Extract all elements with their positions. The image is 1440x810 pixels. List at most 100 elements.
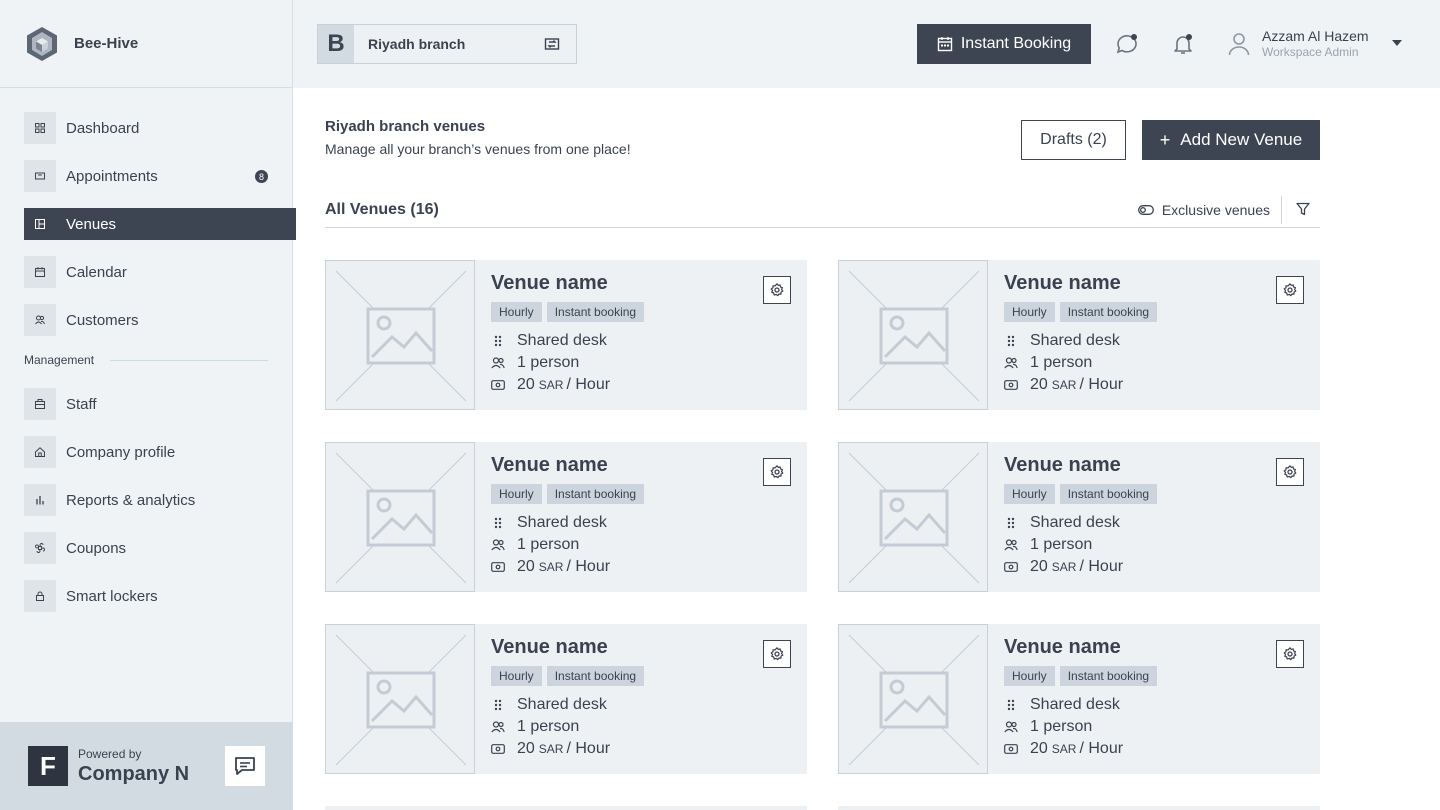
venue-type: Shared desk <box>1030 332 1120 349</box>
venue-tags: Hourly Instant booking <box>1004 302 1162 322</box>
section-label: Management <box>24 353 95 367</box>
venue-price-per: / Hour <box>566 558 611 575</box>
sidebar-item-coupons[interactable]: Coupons <box>24 532 296 564</box>
sidebar-item-venues[interactable]: Venues <box>24 208 296 240</box>
sidebar-item-label: Reports & analytics <box>66 491 196 509</box>
venue-card[interactable]: Venue name Hourly Instant booking Shared… <box>325 442 807 592</box>
venue-price-per: / Hour <box>1079 558 1124 575</box>
users-icon <box>491 539 505 551</box>
venue-card-partial <box>325 806 807 810</box>
ticket-icon <box>35 172 45 180</box>
switch-icon[interactable] <box>544 36 560 52</box>
user-menu[interactable]: Azzam Al Hazem Workspace Admin <box>1228 28 1402 59</box>
venue-card[interactable]: Venue name Hourly Instant booking Shared… <box>325 624 807 774</box>
bar-chart-icon <box>36 496 44 505</box>
venue-tags: Hourly Instant booking <box>1004 484 1162 504</box>
venue-type: Shared desk <box>517 696 607 713</box>
users-icon <box>1004 539 1018 551</box>
gear-icon <box>1283 465 1297 479</box>
page-title: Riyadh branch venues <box>325 118 486 135</box>
venue-price-per: / Hour <box>566 376 611 393</box>
venue-price-row: 20 SAR / Hour <box>491 738 649 760</box>
venue-name: Venue name <box>491 454 608 476</box>
venue-currency: SAR <box>538 742 564 756</box>
venue-settings-button[interactable] <box>763 458 791 486</box>
venue-price-row: 20 SAR / Hour <box>1004 556 1162 578</box>
brand[interactable]: Bee-Hive <box>0 0 292 88</box>
venue-card[interactable]: Venue name Hourly Instant booking Shared… <box>838 624 1320 774</box>
venue-card[interactable]: Venue name Hourly Instant booking Shared… <box>838 260 1320 410</box>
venue-price: 20 <box>517 376 535 393</box>
venue-type-row: Shared desk <box>1004 694 1162 716</box>
sidebar-item-customers[interactable]: Customers <box>24 304 296 336</box>
sidebar-item-dashboard[interactable]: Dashboard <box>24 112 296 144</box>
calendar-icon <box>35 267 45 277</box>
venue-tag: Hourly <box>491 666 542 686</box>
venue-tags: Hourly Instant booking <box>1004 666 1162 686</box>
drafts-button[interactable]: Drafts (2) <box>1021 120 1126 160</box>
chevron-down-icon[interactable] <box>1392 40 1402 46</box>
image-placeholder-icon <box>335 634 467 766</box>
bell-icon[interactable] <box>1171 32 1195 56</box>
venue-image-placeholder <box>325 260 475 410</box>
venue-capacity-row: 1 person <box>1004 716 1162 738</box>
sidebar-item-calendar[interactable]: Calendar <box>24 256 296 288</box>
venue-price-row: 20 SAR / Hour <box>491 556 649 578</box>
filter-icon[interactable] <box>1296 202 1310 216</box>
venue-price: 20 <box>517 740 535 757</box>
user-name: Azzam Al Hazem <box>1262 28 1369 44</box>
exclusive-venues-toggle[interactable]: Exclusive venues <box>1137 202 1270 218</box>
venue-card[interactable]: Venue name Hourly Instant booking Shared… <box>838 442 1320 592</box>
gear-icon <box>770 283 784 297</box>
venue-card[interactable]: Venue name Hourly Instant booking Shared… <box>325 260 807 410</box>
venue-capacity-row: 1 person <box>491 534 649 556</box>
branch-name: Riyadh branch <box>368 36 466 52</box>
venue-type: Shared desk <box>517 332 607 349</box>
image-placeholder-icon <box>335 270 467 402</box>
venue-currency: SAR <box>1051 560 1077 574</box>
sidebar-item-label: Staff <box>66 395 97 413</box>
messages-icon[interactable] <box>1115 32 1139 56</box>
sidebar-item-reports-analytics[interactable]: Reports & analytics <box>24 484 296 516</box>
venue-card-partial <box>838 806 1320 810</box>
branch-switcher[interactable]: B Riyadh branch <box>317 24 577 64</box>
venue-image-placeholder <box>325 624 475 774</box>
venue-price-per: / Hour <box>566 740 611 757</box>
venue-settings-button[interactable] <box>763 640 791 668</box>
venue-settings-button[interactable] <box>763 276 791 304</box>
venue-image-placeholder <box>325 442 475 592</box>
venue-settings-button[interactable] <box>1276 276 1304 304</box>
users-icon <box>1004 357 1018 369</box>
money-icon <box>491 744 505 754</box>
venue-price: 20 <box>517 558 535 575</box>
venue-capacity: 1 person <box>1030 354 1093 371</box>
instant-booking-label: Instant Booking <box>960 35 1072 52</box>
sidebar-item-staff[interactable]: Staff <box>24 388 296 420</box>
venue-type: Shared desk <box>1030 514 1120 531</box>
sidebar-footer: F Powered by Company N <box>0 722 293 810</box>
add-new-venue-label: Add New Venue <box>1180 130 1303 149</box>
venue-capacity: 1 person <box>517 718 580 735</box>
sidebar-item-smart-lockers[interactable]: Smart lockers <box>24 580 296 612</box>
venue-settings-button[interactable] <box>1276 640 1304 668</box>
grid-icon <box>35 123 45 133</box>
sidebar-item-label: Appointments <box>66 167 158 185</box>
topbar: B Riyadh branch Instant Booking Azzam Al… <box>293 0 1440 88</box>
venue-capacity: 1 person <box>1030 718 1093 735</box>
venue-type-row: Shared desk <box>491 330 649 352</box>
venue-price: 20 <box>1030 740 1048 757</box>
venue-card-body: Venue name Hourly Instant booking Shared… <box>1004 272 1162 396</box>
sidebar-item-appointments[interactable]: Appointments 8 <box>24 160 296 192</box>
venue-image-placeholder <box>838 260 988 410</box>
chat-button[interactable] <box>225 746 265 786</box>
add-new-venue-button[interactable]: + Add New Venue <box>1142 120 1320 160</box>
bee-hive-logo-icon <box>27 26 57 61</box>
sidebar-item-company-profile[interactable]: Company profile <box>24 436 296 468</box>
venue-card-body: Venue name Hourly Instant booking Shared… <box>491 636 649 760</box>
venue-capacity-row: 1 person <box>491 352 649 374</box>
venue-capacity: 1 person <box>517 354 580 371</box>
instant-booking-button[interactable]: Instant Booking <box>917 24 1091 64</box>
venue-settings-button[interactable] <box>1276 458 1304 486</box>
venue-name: Venue name <box>1004 636 1121 658</box>
venue-price-row: 20 SAR / Hour <box>491 374 649 396</box>
